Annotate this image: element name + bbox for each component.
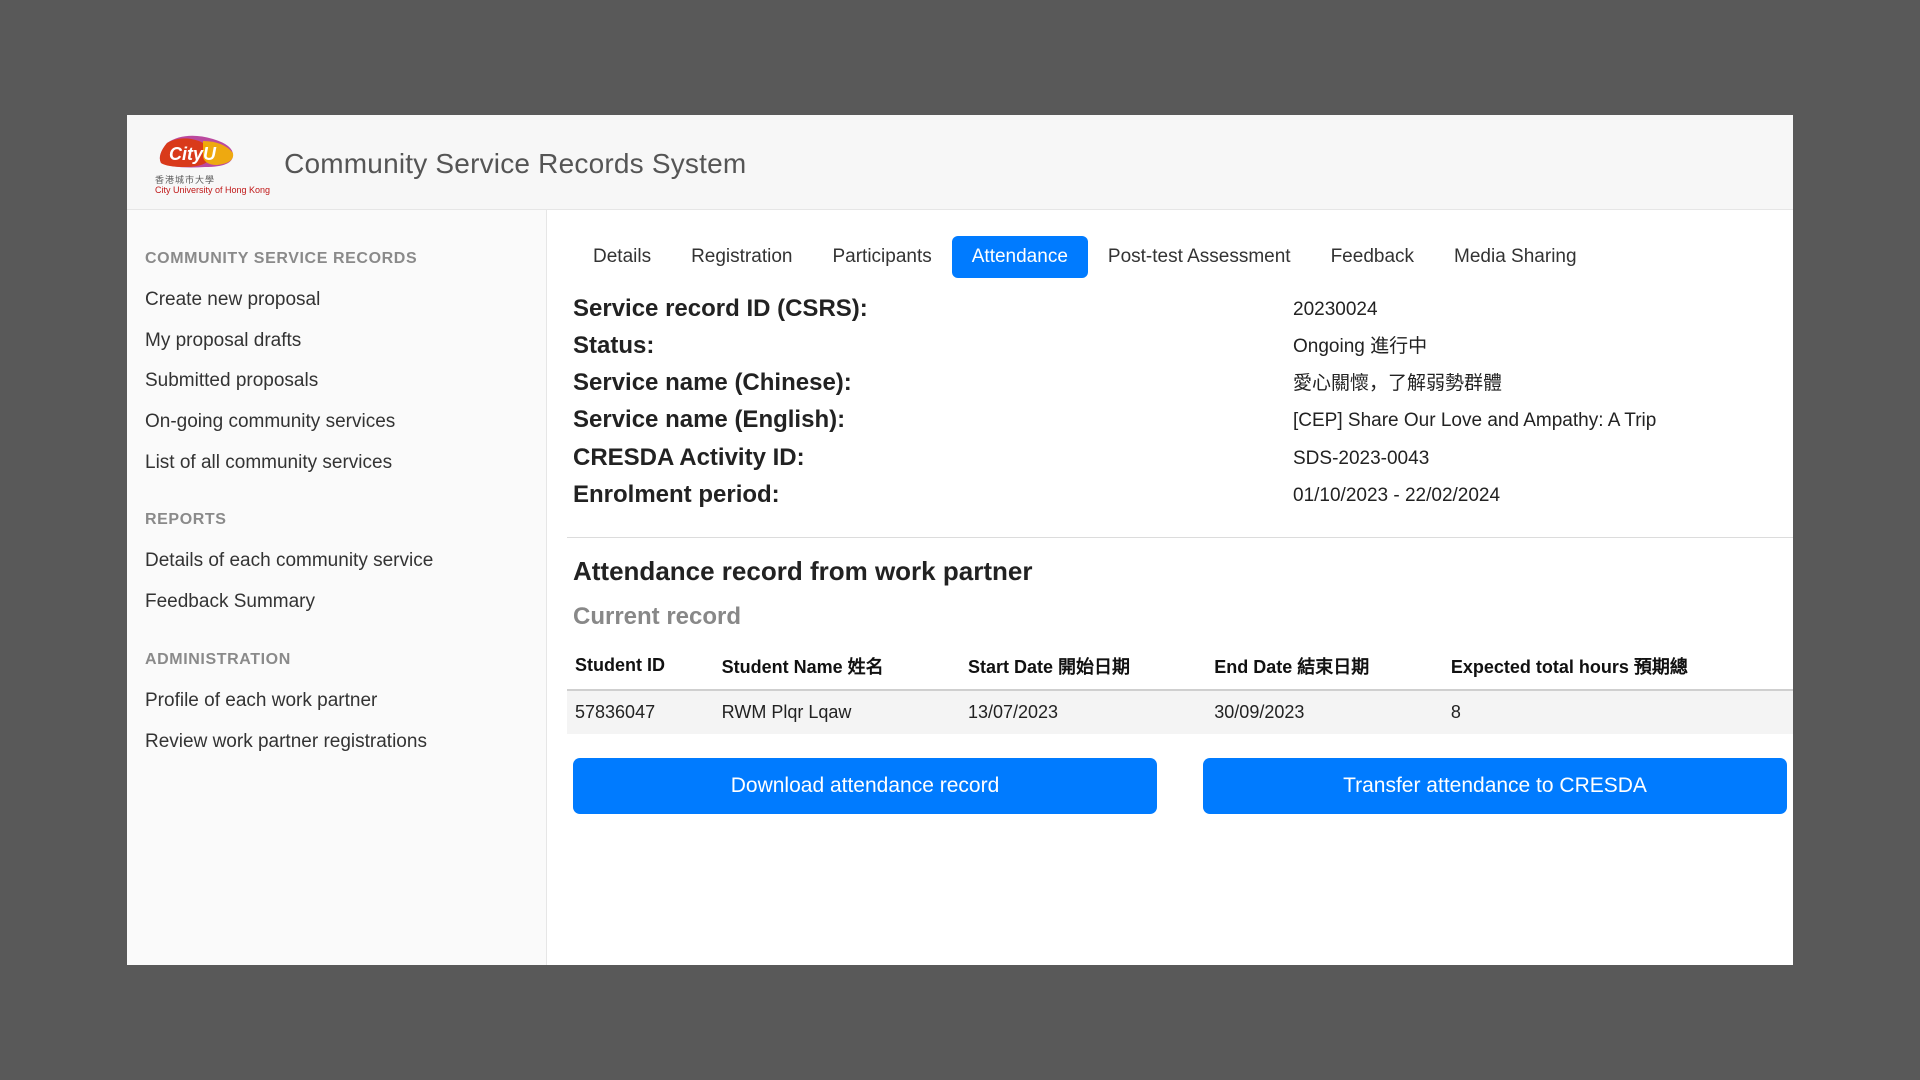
logo-subtext-en: City University of Hong Kong	[155, 185, 270, 195]
sidebar-item-details-report[interactable]: Details of each community service	[145, 541, 528, 582]
svg-text:CityU: CityU	[169, 144, 217, 164]
cell-student-id: 57836047	[567, 690, 714, 734]
download-attendance-button[interactable]: Download attendance record	[573, 758, 1157, 814]
tab-participants[interactable]: Participants	[812, 236, 951, 278]
cell-student-name: RWM Plqr Lqaw	[714, 690, 960, 734]
app-body: COMMUNITY SERVICE RECORDS Create new pro…	[127, 210, 1793, 965]
sidebar-item-review-registrations[interactable]: Review work partner registrations	[145, 722, 528, 763]
transfer-attendance-button[interactable]: Transfer attendance to CRESDA	[1203, 758, 1787, 814]
sidebar-item-all-services[interactable]: List of all community services	[145, 443, 528, 484]
label-record-id: Service record ID (CSRS):	[573, 292, 1293, 327]
col-start-date: Start Date 開始日期	[960, 643, 1206, 690]
col-end-date: End Date 結束日期	[1206, 643, 1443, 690]
sidebar-item-submitted[interactable]: Submitted proposals	[145, 361, 528, 402]
page-title: Community Service Records System	[284, 148, 746, 180]
attendance-table: Student ID Student Name 姓名 Start Date 開始…	[567, 643, 1793, 734]
value-name-cn: 愛心關懷，了解弱勢群體	[1293, 366, 1787, 401]
tab-registration[interactable]: Registration	[671, 236, 812, 278]
col-student-id: Student ID	[567, 643, 714, 690]
table-header-row: Student ID Student Name 姓名 Start Date 開始…	[567, 643, 1793, 690]
sidebar-heading-admin: ADMINISTRATION	[145, 651, 528, 669]
table-row: 57836047 RWM Plqr Lqaw 13/07/2023 30/09/…	[567, 690, 1793, 734]
label-name-en: Service name (English):	[573, 403, 1293, 438]
attendance-heading: Attendance record from work partner	[567, 556, 1793, 587]
tab-details[interactable]: Details	[573, 236, 671, 278]
label-name-cn: Service name (Chinese):	[573, 366, 1293, 401]
cell-expected-hours: 8	[1443, 690, 1793, 734]
label-enrolment: Enrolment period:	[573, 478, 1293, 513]
value-cresda-id: SDS-2023-0043	[1293, 441, 1787, 476]
app-header: CityU 香港城市大學 City University of Hong Kon…	[127, 115, 1793, 210]
tab-posttest[interactable]: Post-test Assessment	[1088, 236, 1311, 278]
cell-start-date: 13/07/2023	[960, 690, 1206, 734]
service-details: Service record ID (CSRS): 20230024 Statu…	[567, 292, 1793, 538]
label-cresda-id: CRESDA Activity ID:	[573, 441, 1293, 476]
sidebar-item-my-drafts[interactable]: My proposal drafts	[145, 321, 528, 362]
sidebar-item-create-proposal[interactable]: Create new proposal	[145, 280, 528, 321]
app-window: CityU 香港城市大學 City University of Hong Kon…	[127, 115, 1793, 965]
current-record-heading: Current record	[567, 603, 1793, 631]
cell-end-date: 30/09/2023	[1206, 690, 1443, 734]
sidebar-heading-reports: REPORTS	[145, 511, 528, 529]
col-expected-hours: Expected total hours 預期總	[1443, 643, 1793, 690]
cityu-logo-icon: CityU	[155, 133, 237, 175]
sidebar-item-ongoing[interactable]: On-going community services	[145, 402, 528, 443]
main-content: Details Registration Participants Attend…	[547, 210, 1793, 965]
logo: CityU 香港城市大學 City University of Hong Kon…	[155, 133, 270, 195]
button-row: Download attendance record Transfer atte…	[567, 734, 1793, 814]
tab-feedback[interactable]: Feedback	[1311, 236, 1434, 278]
label-status: Status:	[573, 329, 1293, 364]
tab-bar: Details Registration Participants Attend…	[567, 236, 1793, 278]
col-student-name: Student Name 姓名	[714, 643, 960, 690]
value-name-en: [CEP] Share Our Love and Ampathy: A Trip	[1293, 403, 1787, 438]
tab-attendance[interactable]: Attendance	[952, 236, 1088, 278]
sidebar-item-feedback-summary[interactable]: Feedback Summary	[145, 582, 528, 623]
value-status: Ongoing 進行中	[1293, 329, 1787, 364]
tab-media-sharing[interactable]: Media Sharing	[1434, 236, 1597, 278]
sidebar: COMMUNITY SERVICE RECORDS Create new pro…	[127, 210, 547, 965]
value-record-id: 20230024	[1293, 292, 1787, 327]
sidebar-heading-records: COMMUNITY SERVICE RECORDS	[145, 250, 528, 268]
sidebar-item-partner-profile[interactable]: Profile of each work partner	[145, 681, 528, 722]
value-enrolment: 01/10/2023 - 22/02/2024	[1293, 478, 1787, 513]
